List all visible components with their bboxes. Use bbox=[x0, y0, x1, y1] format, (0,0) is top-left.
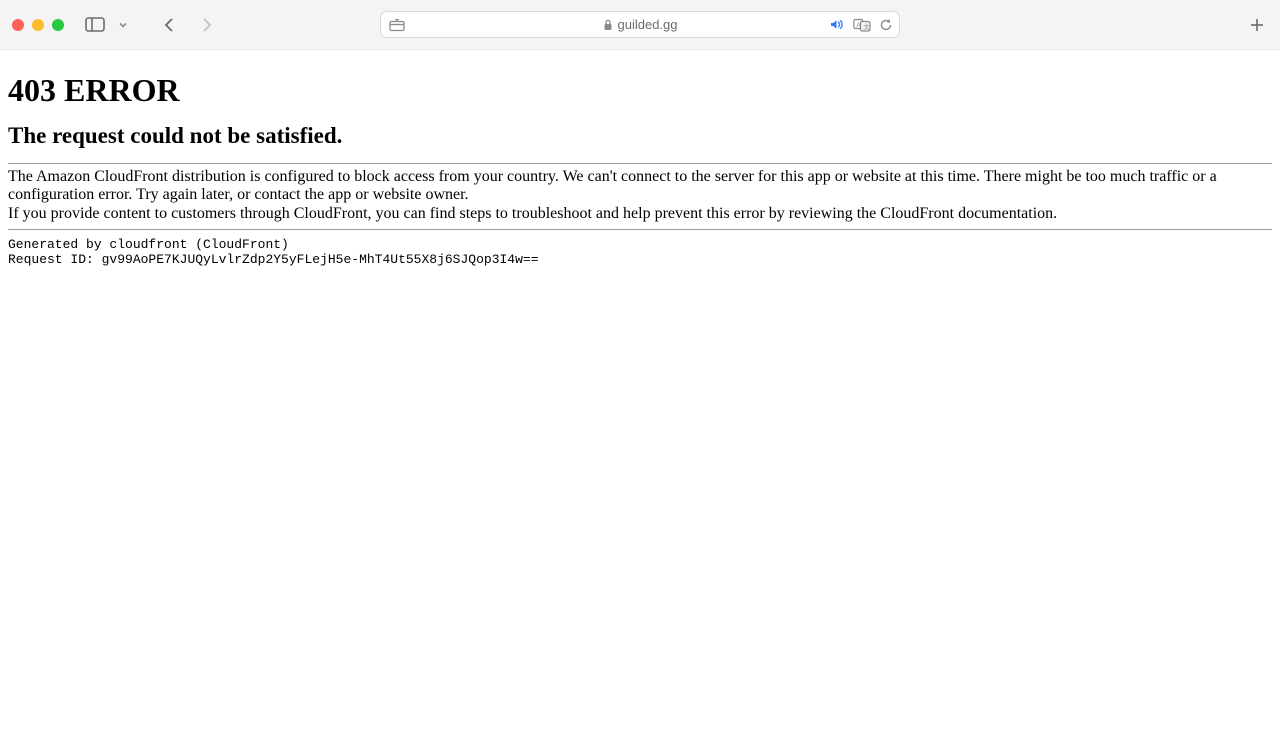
new-tab-button[interactable] bbox=[1246, 14, 1268, 36]
address-bar-url: guilded.gg bbox=[618, 17, 678, 32]
error-title: 403 ERROR bbox=[8, 72, 1272, 109]
close-window-button[interactable] bbox=[12, 19, 24, 31]
translate-icon[interactable]: A 文 bbox=[853, 18, 871, 32]
navigation-buttons bbox=[158, 14, 218, 36]
svg-text:文: 文 bbox=[863, 22, 870, 31]
audio-playing-icon[interactable] bbox=[830, 18, 845, 31]
error-subtitle: The request could not be satisfied. bbox=[8, 123, 1272, 149]
error-trace: Generated by cloudfront (CloudFront) Req… bbox=[8, 238, 1272, 268]
fullscreen-window-button[interactable] bbox=[52, 19, 64, 31]
forward-button[interactable] bbox=[196, 14, 218, 36]
window-controls bbox=[12, 19, 64, 31]
error-paragraph-1: The Amazon CloudFront distribution is co… bbox=[8, 168, 1272, 203]
website-settings-icon[interactable] bbox=[389, 18, 405, 31]
divider bbox=[8, 229, 1272, 230]
reload-button[interactable] bbox=[879, 18, 893, 32]
error-paragraph-2: If you provide content to customers thro… bbox=[8, 205, 1272, 223]
address-bar[interactable]: guilded.gg A 文 bbox=[380, 11, 900, 38]
back-button[interactable] bbox=[158, 14, 180, 36]
divider bbox=[8, 163, 1272, 164]
tab-group-menu-chevron-icon[interactable] bbox=[112, 14, 134, 36]
sidebar-toggle-button[interactable] bbox=[84, 14, 106, 36]
svg-text:A: A bbox=[856, 21, 861, 28]
lock-icon bbox=[603, 19, 613, 31]
browser-toolbar: guilded.gg A 文 bbox=[0, 0, 1280, 50]
minimize-window-button[interactable] bbox=[32, 19, 44, 31]
page-content: 403 ERROR The request could not be satis… bbox=[0, 50, 1280, 276]
